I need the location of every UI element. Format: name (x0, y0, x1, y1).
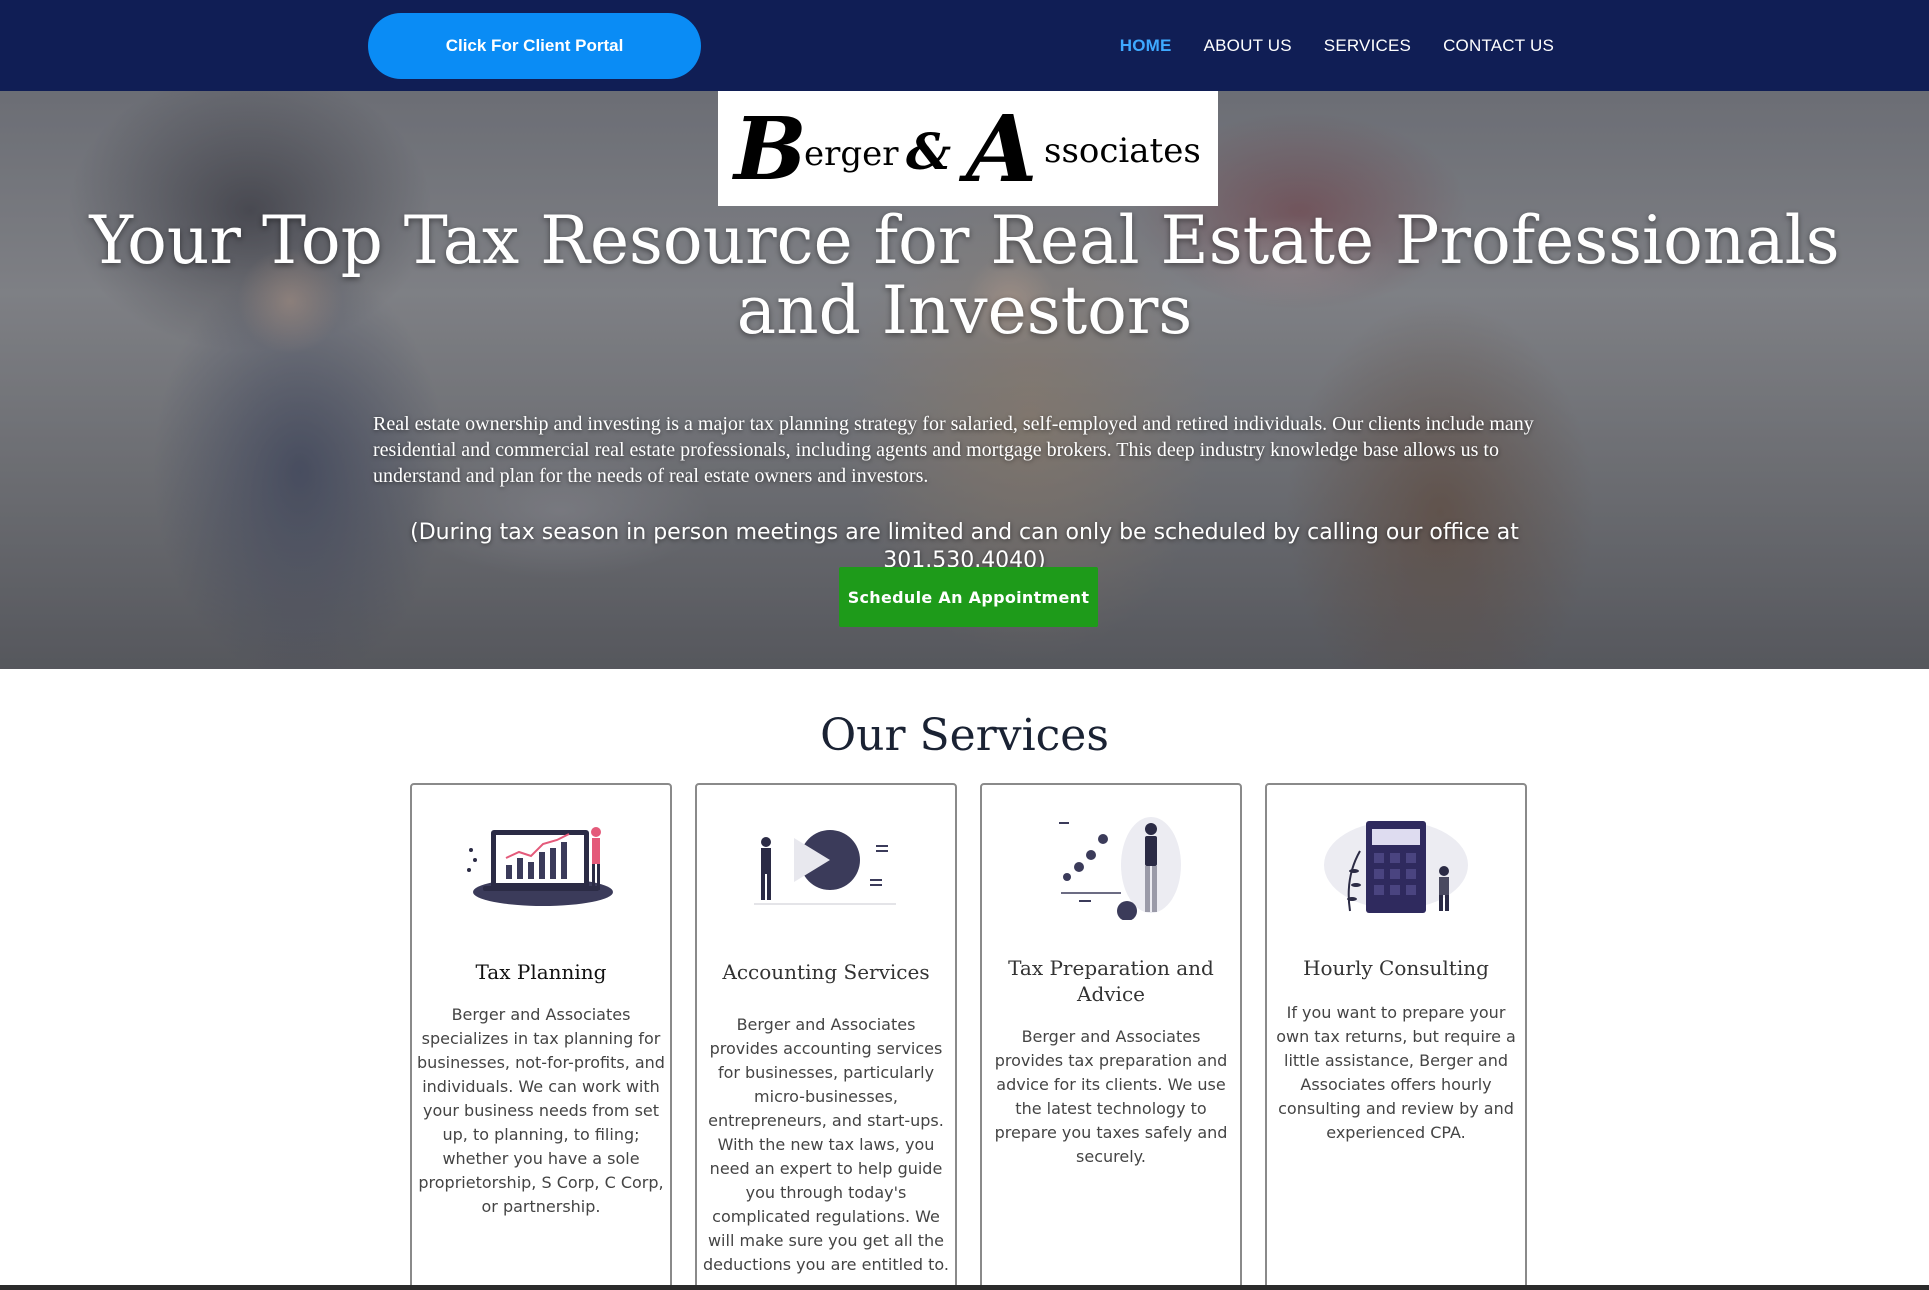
service-description: If you want to prepare your own tax retu… (1276, 1003, 1516, 1142)
nav-services[interactable]: SERVICES (1324, 36, 1411, 56)
service-title: Tax Preparation and Advice (1008, 956, 1214, 1006)
client-portal-button[interactable]: Click For Client Portal (368, 13, 701, 79)
service-card-hourly-consulting: Hourly Consulting If you want to prepare… (1265, 783, 1527, 1290)
hero-section: B erger & A ssociates Your Top Tax Resou… (0, 91, 1929, 669)
calculator-icon (1267, 815, 1525, 945)
service-description: Berger and Associates specializes in tax… (417, 1005, 665, 1216)
schedule-appointment-button[interactable]: Schedule An Appointment (839, 567, 1098, 627)
nav-about-us[interactable]: ABOUT US (1204, 36, 1292, 56)
svg-text:ssociates: ssociates (1044, 131, 1201, 171)
services-heading: Our Services (820, 710, 1109, 761)
nav-home[interactable]: HOME (1120, 36, 1172, 56)
svg-text:erger: erger (804, 134, 899, 174)
svg-text:&: & (906, 122, 951, 181)
data-points-icon (982, 815, 1240, 945)
hero-description: Real estate ownership and investing is a… (373, 413, 1534, 487)
berger-associates-logo: B erger & A ssociates (731, 99, 1201, 199)
company-logo: B erger & A ssociates (718, 91, 1218, 206)
service-card-tax-planning: Tax Planning Berger and Associates speci… (410, 783, 672, 1290)
top-navigation-bar: Click For Client Portal HOME ABOUT US SE… (0, 0, 1929, 91)
page-bottom-edge (0, 1285, 1929, 1290)
service-title: Tax Planning (475, 960, 607, 984)
main-nav: HOME ABOUT US SERVICES CONTACT US (1120, 0, 1554, 91)
hero-title: Your Top Tax Resource for Real Estate Pr… (89, 202, 1840, 349)
service-title: Hourly Consulting (1303, 956, 1489, 980)
laptop-chart-icon (412, 820, 670, 950)
svg-text:B: B (731, 99, 807, 199)
service-title: Accounting Services (722, 960, 930, 984)
service-card-tax-preparation: Tax Preparation and Advice Berger and As… (980, 783, 1242, 1290)
service-description: Berger and Associates provides tax prepa… (994, 1027, 1228, 1166)
service-description: Berger and Associates provides accountin… (703, 1015, 949, 1274)
service-card-accounting: Accounting Services Berger and Associate… (695, 783, 957, 1290)
presentation-icon (697, 820, 955, 950)
nav-contact-us[interactable]: CONTACT US (1443, 36, 1554, 56)
svg-text:A: A (958, 99, 1037, 199)
